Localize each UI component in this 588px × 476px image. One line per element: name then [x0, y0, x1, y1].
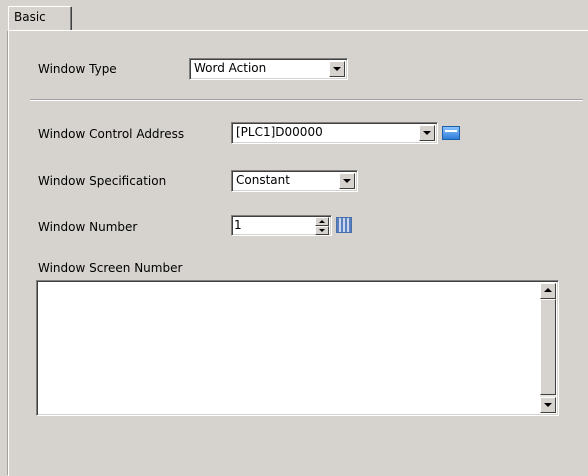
control-address-value: [PLC1]D00000: [236, 125, 323, 139]
control-address-label: Window Control Address: [38, 127, 185, 141]
section-divider-highlight: [30, 100, 583, 101]
window-number-value: 1: [234, 218, 242, 232]
scroll-down-button[interactable]: [540, 397, 556, 413]
window-number-input[interactable]: 1: [231, 215, 332, 236]
window-number-label: Window Number: [38, 220, 138, 234]
screen-number-label: Window Screen Number: [38, 261, 183, 275]
specification-label: Window Specification: [38, 174, 167, 188]
window-type-label: Window Type: [38, 62, 117, 76]
window-type-dropdown-button[interactable]: [329, 61, 345, 77]
address-input-icon[interactable]: [442, 126, 460, 140]
screen-number-textarea[interactable]: [36, 280, 559, 416]
specification-dropdown-button[interactable]: [339, 173, 355, 189]
panel-shadow: [7, 31, 8, 475]
tab-strip-line: [72, 30, 588, 31]
window-type-select[interactable]: Word Action: [189, 58, 348, 80]
spin-up-button[interactable]: [315, 217, 329, 226]
window-number-spinner[interactable]: [315, 217, 329, 235]
scroll-up-button[interactable]: [540, 283, 556, 299]
spin-down-button[interactable]: [315, 226, 329, 235]
specification-select[interactable]: Constant: [231, 170, 358, 192]
specification-value: Constant: [236, 173, 290, 187]
tab-basic-edge: [70, 7, 72, 30]
control-address-select[interactable]: [PLC1]D00000: [231, 122, 438, 144]
textarea-scrollbar[interactable]: [540, 283, 556, 413]
scroll-thumb[interactable]: [540, 299, 556, 395]
control-address-dropdown-button[interactable]: [419, 125, 435, 141]
keypad-icon[interactable]: [336, 217, 352, 233]
window-type-value: Word Action: [194, 61, 267, 75]
tab-basic-label: Basic: [14, 10, 46, 24]
